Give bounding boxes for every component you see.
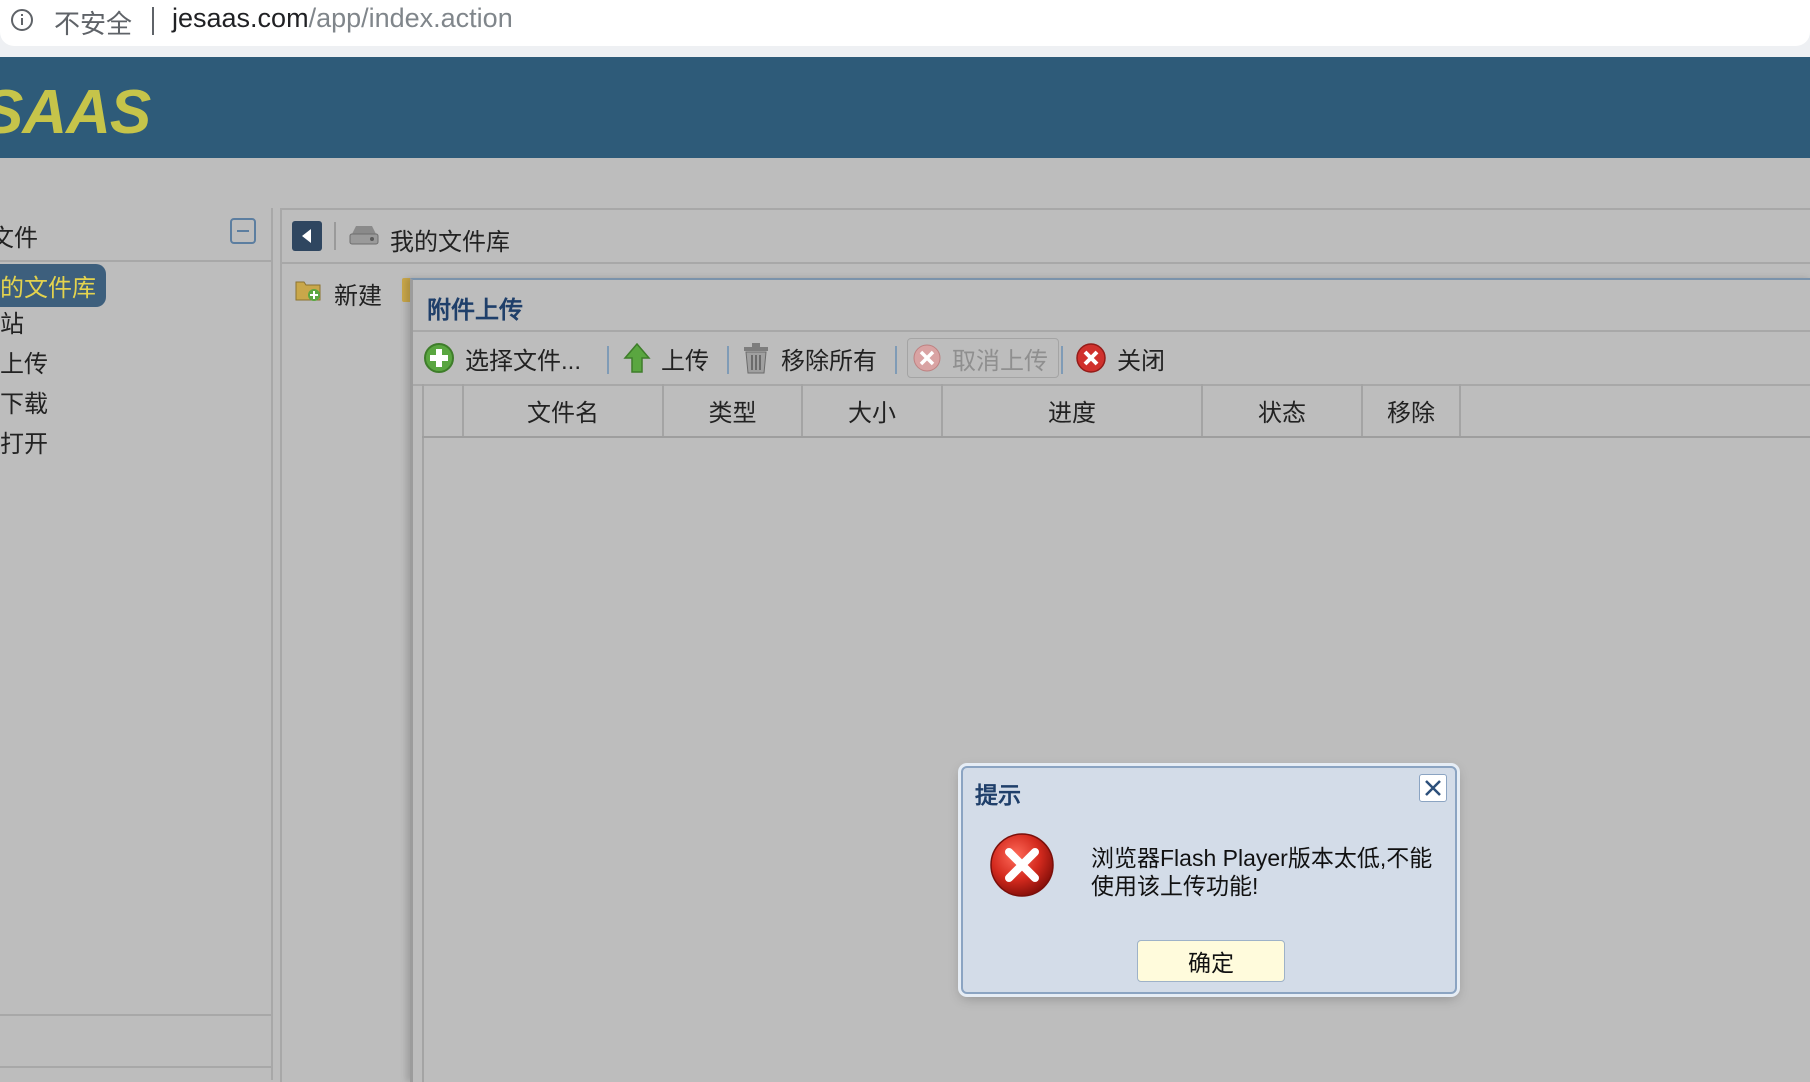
select-files-button[interactable]: 选择文件... (423, 340, 581, 376)
drive-icon (349, 226, 379, 245)
app-header: SAAS (0, 57, 1810, 158)
upload-label: 上传 (661, 347, 709, 375)
file-grid-header: 文件名 类型 大小 进度 状态 移除 (422, 384, 1810, 438)
alert-dialog: 提示 浏览器Flash Player版本太低,不能使用该上传功能! 确定 (961, 766, 1457, 994)
back-button[interactable] (292, 221, 322, 251)
security-label[interactable]: 不安全 (54, 4, 132, 41)
grid-col-remove[interactable]: 移除 (1361, 384, 1461, 436)
breadcrumb-my-library[interactable]: 我的文件库 (390, 222, 510, 257)
left-nav-panel: 文件 的文件库 站 上传 下载 打开 (0, 208, 273, 1080)
trash-icon (744, 343, 768, 374)
url-path: /app/index.action (308, 3, 513, 33)
add-icon (424, 343, 454, 373)
cancel-upload-button[interactable]: 取消上传 (907, 338, 1059, 378)
up-arrow-icon (623, 342, 651, 373)
alert-message: 浏览器Flash Player版本太低,不能使用该上传功能! (1091, 845, 1433, 899)
omnibox[interactable]: 不安全 jesaas.com/app/index.action (0, 0, 1810, 46)
url-host: jesaas.com (172, 3, 309, 33)
left-panel-title: 文件 (0, 225, 38, 252)
tree-item-open[interactable]: 打开 (0, 424, 48, 459)
select-files-label: 选择文件... (465, 347, 582, 375)
main-panel-header: 我的文件库 (282, 210, 1810, 264)
upload-button[interactable]: 上传 (623, 340, 709, 376)
cancel-icon (913, 344, 941, 372)
toolbar-separator (727, 346, 729, 374)
address-separator (152, 7, 154, 35)
upload-dialog-title: 附件上传 (427, 297, 523, 324)
grid-col-filename[interactable]: 文件名 (462, 384, 662, 436)
left-panel-header: 文件 (0, 208, 271, 262)
tree-item-download[interactable]: 下载 (0, 384, 48, 419)
grid-col-progress[interactable]: 进度 (941, 384, 1201, 436)
remove-all-label: 移除所有 (781, 347, 877, 375)
new-button[interactable]: 新建 (334, 276, 382, 311)
grid-col-size[interactable]: 大小 (801, 384, 941, 436)
app-logo: SAAS (0, 78, 151, 147)
grid-col-checkbox (422, 384, 462, 436)
toolbar-separator (895, 346, 897, 374)
error-icon (990, 833, 1054, 897)
folder-tree-column (282, 320, 414, 1080)
new-folder-icon[interactable] (294, 276, 322, 302)
tree-item-site[interactable]: 站 (0, 304, 24, 339)
ok-button[interactable]: 确定 (1137, 940, 1285, 982)
close-x-icon (1425, 780, 1441, 796)
alert-title: 提示 (975, 782, 1021, 808)
close-icon (1076, 343, 1106, 373)
close-button[interactable]: 关闭 (1075, 340, 1165, 376)
collapse-panel-button[interactable] (230, 218, 256, 244)
info-icon[interactable] (10, 8, 34, 32)
tree-item-upload[interactable]: 上传 (0, 344, 48, 379)
grid-col-type[interactable]: 类型 (662, 384, 801, 436)
close-label: 关闭 (1117, 347, 1165, 375)
header-separator (334, 222, 336, 250)
tree-item-my-library[interactable]: 的文件库 (0, 264, 106, 307)
upload-toolbar: 选择文件... 上传 移除所有 取消上传 关闭 (413, 330, 1810, 386)
toolbar-separator (607, 346, 609, 374)
left-panel-divider (0, 1066, 271, 1068)
left-panel-divider (0, 1014, 271, 1016)
url-text[interactable]: jesaas.com/app/index.action (172, 3, 513, 34)
grid-col-status[interactable]: 状态 (1201, 384, 1361, 436)
toolbar-separator (1061, 346, 1063, 374)
alert-close-button[interactable] (1419, 774, 1447, 802)
remove-all-button[interactable]: 移除所有 (741, 340, 877, 376)
cancel-upload-label: 取消上传 (952, 347, 1048, 375)
browser-address-bar: 不安全 jesaas.com/app/index.action (0, 0, 1810, 57)
